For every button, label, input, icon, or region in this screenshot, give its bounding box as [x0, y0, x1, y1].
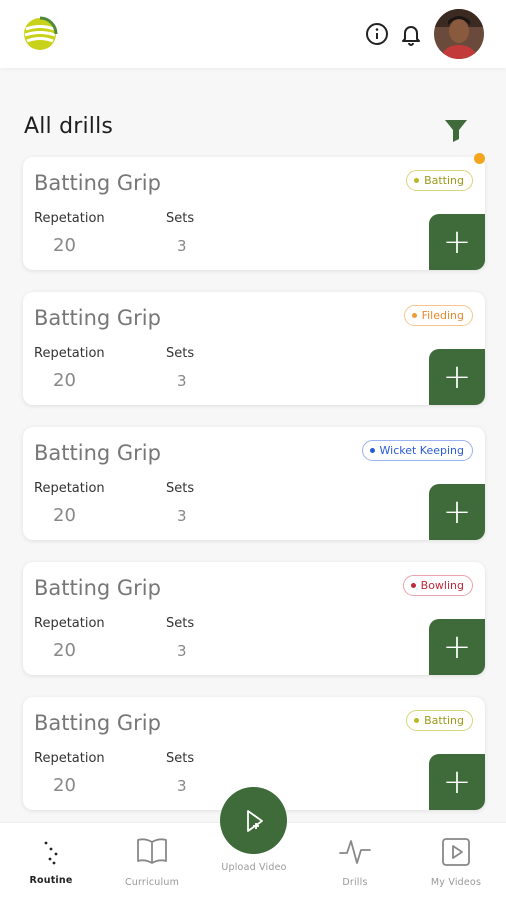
tag-label: Wicket Keeping [379, 444, 465, 457]
sets-value: 3 [177, 777, 187, 795]
nav-drills[interactable]: Drills [305, 823, 405, 900]
repetition-value: 20 [53, 640, 76, 661]
nav-curriculum-label: Curriculum [124, 877, 180, 888]
user-avatar-icon [434, 9, 484, 59]
repetition-value: 20 [53, 235, 76, 256]
avatar[interactable] [434, 9, 484, 59]
tag-dot-icon [410, 582, 416, 588]
nav-my-videos[interactable]: My Videos [406, 823, 506, 900]
nav-routine[interactable]: Routine [1, 823, 101, 900]
info-icon[interactable] [365, 22, 389, 46]
category-tag: Batting [406, 710, 473, 731]
tag-dot-icon [369, 447, 375, 453]
filter-icon[interactable] [442, 116, 470, 144]
drill-card[interactable]: Batting Grip Batting Repetation Sets 20 … [23, 157, 485, 270]
add-drill-button[interactable]: + [429, 349, 485, 405]
plus-icon: + [442, 222, 472, 262]
play-square-icon [442, 838, 470, 866]
tag-label: Fileding [421, 309, 464, 322]
category-tag: Batting [406, 170, 473, 191]
sets-label: Sets [166, 346, 195, 361]
repetition-value: 20 [53, 370, 76, 391]
app-logo-icon[interactable] [22, 16, 58, 52]
sets-label: Sets [166, 211, 195, 226]
tag-label: Bowling [420, 579, 464, 592]
plus-icon: + [442, 627, 472, 667]
drill-title: Batting Grip [34, 576, 161, 600]
sets-value: 3 [177, 372, 187, 390]
drill-title: Batting Grip [34, 711, 161, 735]
category-tag: Wicket Keeping [361, 440, 473, 461]
upload-video-button[interactable] [220, 787, 287, 854]
tag-dot-icon [414, 717, 420, 723]
sets-value: 3 [177, 237, 187, 255]
repetition-value: 20 [53, 505, 76, 526]
sets-value: 3 [177, 507, 187, 525]
plus-icon: + [442, 762, 472, 802]
drill-card[interactable]: Batting Grip Wicket Keeping Repetation S… [23, 427, 485, 540]
add-drill-button[interactable]: + [429, 619, 485, 675]
top-bar [0, 0, 506, 68]
add-drill-button[interactable]: + [429, 214, 485, 270]
repetition-label: Repetation [34, 616, 105, 631]
book-icon [137, 838, 167, 864]
repetition-value: 20 [53, 775, 76, 796]
category-tag: Fileding [403, 305, 473, 326]
sets-label: Sets [166, 751, 195, 766]
nav-drills-label: Drills [342, 877, 368, 888]
page-title: All drills [24, 114, 114, 139]
drill-title: Batting Grip [34, 306, 161, 330]
repetition-label: Repetation [34, 346, 105, 361]
drill-title: Batting Grip [34, 171, 161, 195]
tag-dot-icon [414, 177, 420, 183]
drill-card[interactable]: Batting Grip Bowling Repetation Sets 20 … [23, 562, 485, 675]
activity-icon [339, 840, 371, 864]
repetition-label: Repetation [34, 211, 105, 226]
sets-label: Sets [166, 616, 195, 631]
bell-icon[interactable] [399, 22, 423, 46]
add-drill-button[interactable]: + [429, 754, 485, 810]
upload-video-label: Upload Video [221, 862, 287, 873]
upload-video-icon [246, 809, 263, 832]
nav-my-videos-label: My Videos [430, 877, 482, 888]
repetition-label: Repetation [34, 751, 105, 766]
tag-dot-icon [411, 312, 417, 318]
notification-dot [474, 153, 485, 164]
sets-value: 3 [177, 642, 187, 660]
routine-icon [44, 841, 58, 865]
tag-label: Batting [424, 174, 464, 187]
nav-curriculum[interactable]: Curriculum [102, 823, 202, 900]
nav-routine-label: Routine [29, 875, 73, 886]
plus-icon: + [442, 357, 472, 397]
repetition-label: Repetation [34, 481, 105, 496]
tag-label: Batting [424, 714, 464, 727]
drill-list: Batting Grip Batting Repetation Sets 20 … [23, 157, 485, 832]
drill-title: Batting Grip [34, 441, 161, 465]
category-tag: Bowling [402, 575, 473, 596]
drill-card[interactable]: Batting Grip Fileding Repetation Sets 20… [23, 292, 485, 405]
plus-icon: + [442, 492, 472, 532]
sets-label: Sets [166, 481, 195, 496]
add-drill-button[interactable]: + [429, 484, 485, 540]
